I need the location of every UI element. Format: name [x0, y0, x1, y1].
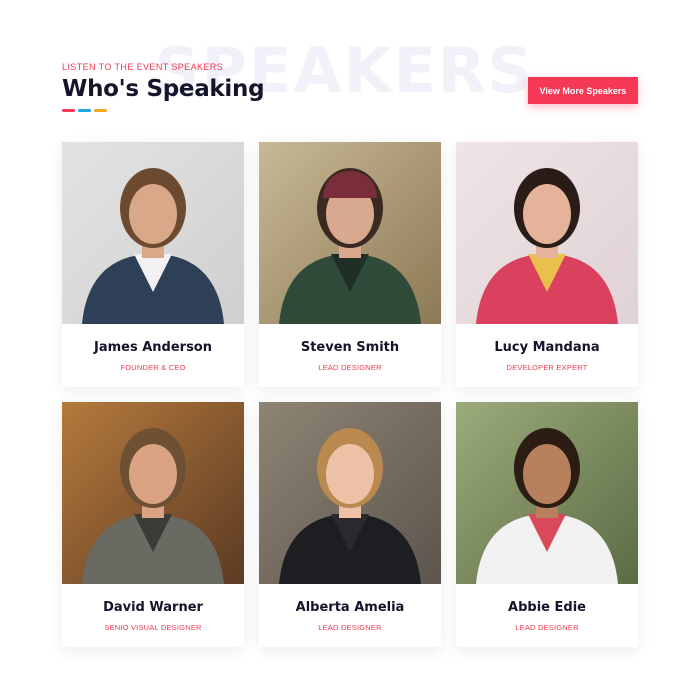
speaker-photo	[456, 142, 638, 324]
speaker-role: LEAD DESIGNER	[318, 622, 382, 632]
speaker-name: James Anderson	[93, 339, 212, 355]
speaker-card[interactable]: Abbie Edie LEAD DESIGNER	[456, 402, 638, 647]
speaker-portrait-illustration	[259, 142, 441, 324]
speaker-card[interactable]: Steven Smith LEAD DESIGNER	[259, 142, 441, 387]
speaker-name: David Warner	[103, 599, 203, 615]
speaker-info: Abbie Edie LEAD DESIGNER	[456, 584, 638, 647]
speaker-role: SENIO VISUAL DESIGNER	[104, 622, 202, 632]
speaker-card[interactable]: Alberta Amelia LEAD DESIGNER	[259, 402, 441, 647]
speaker-info: Steven Smith LEAD DESIGNER	[259, 324, 441, 387]
speaker-role: FOUNDER & CEO	[120, 362, 186, 372]
speaker-photo	[62, 402, 244, 584]
speaker-portrait-illustration	[62, 142, 244, 324]
speaker-card[interactable]: James Anderson FOUNDER & CEO	[62, 142, 244, 387]
speaker-role: LEAD DESIGNER	[318, 362, 382, 372]
speaker-photo	[259, 402, 441, 584]
speaker-photo	[456, 402, 638, 584]
section-title: Who's Speaking	[62, 76, 265, 102]
speaker-portrait-illustration	[62, 402, 244, 584]
speakers-grid: James Anderson FOUNDER & CEO Steven Smit…	[62, 142, 638, 647]
title-underline	[62, 109, 107, 112]
speaker-photo	[259, 142, 441, 324]
speaker-portrait-illustration	[456, 402, 638, 584]
speaker-info: Alberta Amelia LEAD DESIGNER	[259, 584, 441, 647]
view-more-speakers-button[interactable]: View More Speakers	[528, 77, 638, 104]
speaker-name: Alberta Amelia	[295, 599, 405, 615]
speaker-name: Lucy Mandana	[494, 339, 600, 355]
underline-segment-1	[62, 109, 75, 112]
speaker-role: LEAD DESIGNER	[515, 622, 579, 632]
speaker-info: Lucy Mandana DEVELOPER EXPERT	[456, 324, 638, 387]
speaker-name: Abbie Edie	[508, 599, 586, 615]
speaker-name: Steven Smith	[300, 339, 400, 355]
speaker-role: DEVELOPER EXPERT	[506, 362, 588, 372]
speaker-info: David Warner SENIO VISUAL DESIGNER	[62, 584, 244, 647]
speaker-portrait-illustration	[259, 402, 441, 584]
underline-segment-3	[94, 109, 107, 112]
speaker-portrait-illustration	[456, 142, 638, 324]
section-eyebrow: LISTEN TO THE EVENT SPEAKERS	[62, 62, 224, 72]
speaker-card[interactable]: Lucy Mandana DEVELOPER EXPERT	[456, 142, 638, 387]
speaker-info: James Anderson FOUNDER & CEO	[62, 324, 244, 387]
speaker-card[interactable]: David Warner SENIO VISUAL DESIGNER	[62, 402, 244, 647]
speaker-photo	[62, 142, 244, 324]
underline-segment-2	[78, 109, 91, 112]
